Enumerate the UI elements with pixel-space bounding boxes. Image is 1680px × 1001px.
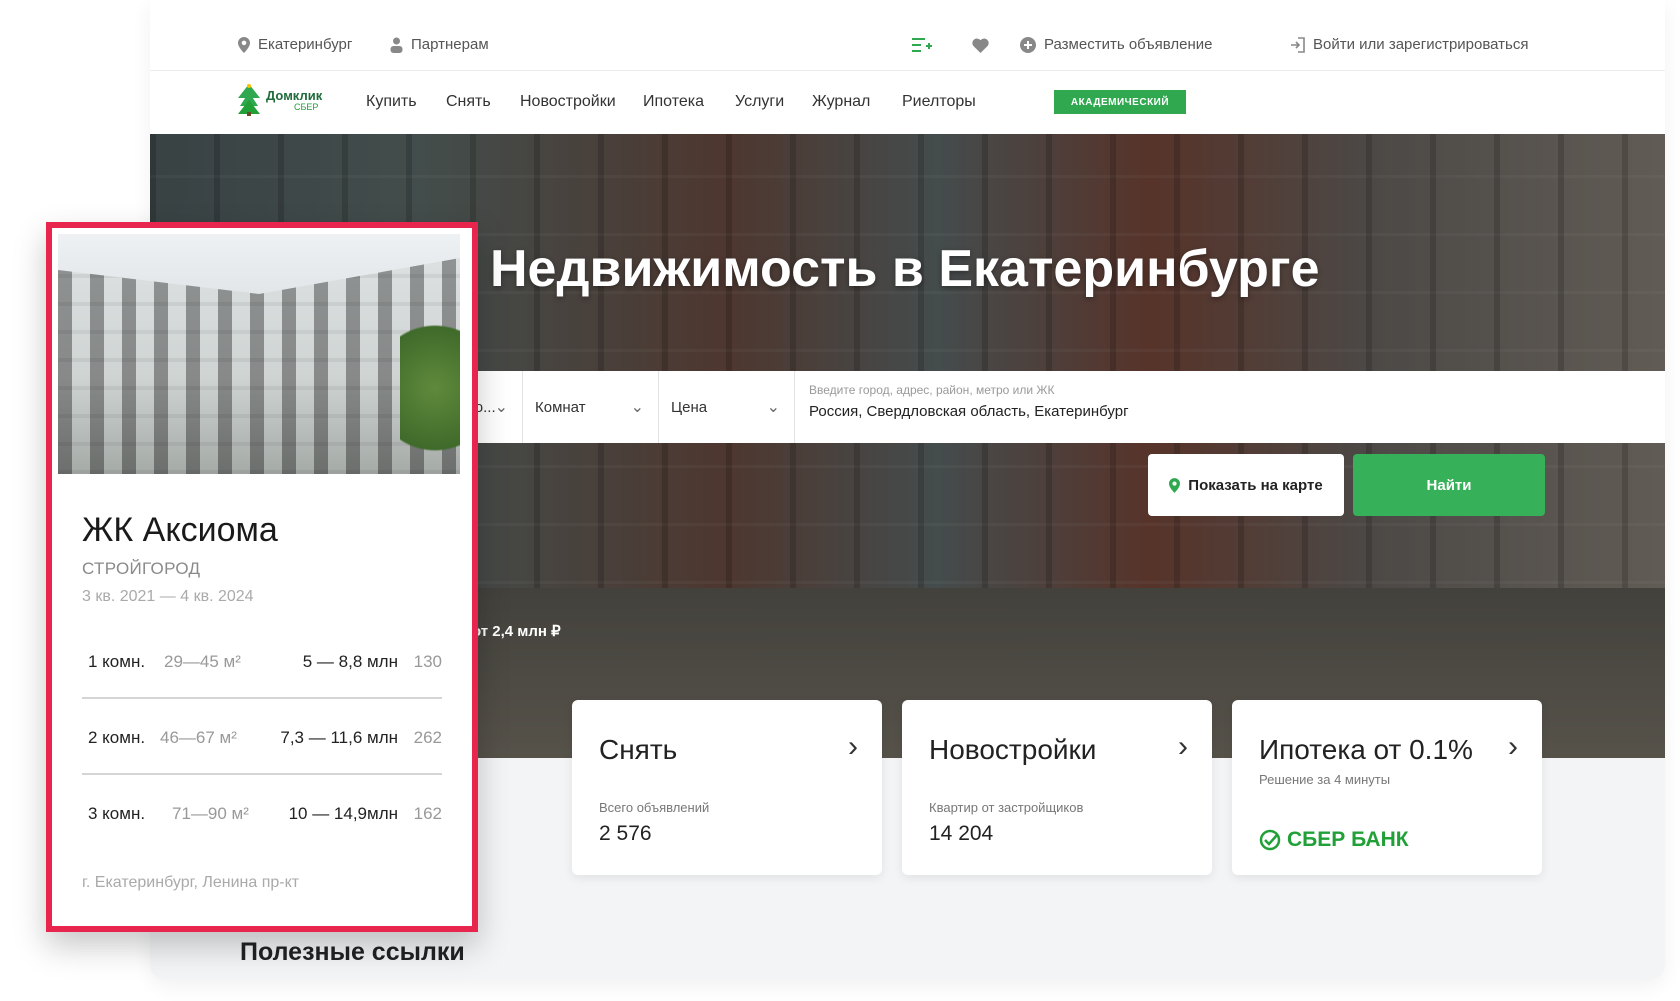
chevron-right-icon: › — [1508, 730, 1518, 763]
chevron-down-icon: ⌄ — [766, 399, 780, 416]
nav-realtors[interactable]: Риелторы — [902, 93, 976, 111]
logo-sub: СБЕР — [294, 101, 319, 112]
rooms-value: Комнат — [535, 398, 586, 416]
promo-label: АКАДЕМИЧЕСКИЙ — [1070, 96, 1170, 108]
login-link[interactable]: Войти или зарегистрироваться — [1290, 36, 1528, 53]
complex-image-sky — [58, 234, 460, 294]
main-nav: Домклик СБЕР Купить Снять Новостройки Ип… — [150, 71, 1665, 134]
card-new-buildings[interactable]: Новостройки › Квартир от застройщиков 14… — [902, 700, 1212, 875]
row-rooms: 1 комн. — [88, 652, 146, 671]
row-divider — [82, 773, 442, 775]
post-ad-label: Разместить объявление — [1044, 36, 1213, 54]
nav-mortgage[interactable]: Ипотека — [643, 93, 704, 111]
hero-title: Недвижимость в Екатеринбурге — [490, 240, 1320, 298]
card-mortgage[interactable]: Ипотека от 0.1% › Решение за 4 минуты СБ… — [1232, 700, 1542, 875]
card-value: 14 204 — [929, 822, 994, 845]
complex-image — [58, 234, 460, 474]
complex-name: ЖК Аксиома — [82, 511, 278, 549]
card-label: Квартир от застройщиков — [929, 800, 1084, 815]
city-selector[interactable]: Екатеринбург — [238, 36, 353, 54]
row-divider — [82, 697, 442, 699]
card-label: Всего объявлений — [599, 800, 710, 815]
show-on-map-button[interactable]: Показать на карте — [1148, 454, 1344, 516]
nav-rent[interactable]: Снять — [446, 93, 491, 111]
city-label: Екатеринбург — [258, 36, 353, 54]
favorites-button[interactable] — [972, 36, 989, 53]
chevron-right-icon: › — [848, 730, 858, 763]
row-count: 262 — [413, 728, 442, 747]
logo-name: Домклик — [266, 87, 323, 103]
complex-popup-card[interactable]: ЖК Аксиома СТРОЙГОРОД 3 кв. 2021 — 4 кв.… — [46, 222, 478, 932]
useful-links-heading: Полезные ссылки — [240, 938, 465, 966]
domclick-logo[interactable]: Домклик СБЕР — [238, 84, 322, 116]
compare-list-icon — [912, 36, 932, 53]
top-utility-bar: Екатеринбург Партнерам Разместить объявл… — [150, 0, 1665, 71]
person-icon — [390, 36, 403, 54]
chevron-down-icon: ⌄ — [494, 399, 508, 416]
room-row: 3 комн. 71—90 м² 10 — 14,9млн 162 — [82, 804, 442, 834]
nav-journal[interactable]: Журнал — [812, 93, 870, 111]
map-pin-icon — [1169, 477, 1181, 494]
price-value: Цена — [671, 398, 708, 416]
price-select[interactable]: Цена ⌄ — [659, 371, 795, 443]
post-ad-link[interactable]: Разместить объявление — [1020, 36, 1213, 54]
card-title: Снять — [599, 734, 678, 765]
card-label: Решение за 4 минуты — [1259, 772, 1391, 787]
sber-check-icon — [1259, 828, 1281, 852]
partners-link[interactable]: Партнерам — [390, 36, 489, 54]
nav-buy[interactable]: Купить — [366, 93, 417, 111]
row-rooms: 2 комн. — [88, 728, 146, 747]
address-input[interactable]: Введите город, адрес, район, метро или Ж… — [795, 371, 1665, 443]
row-price: 7,3 — 11,6 млн — [280, 728, 398, 747]
row-area: 71—90 м² — [172, 804, 249, 823]
partners-label: Партнерам — [411, 36, 489, 54]
card-rent[interactable]: Снять › Всего объявлений 2 576 — [572, 700, 882, 875]
login-label: Войти или зарегистрироваться — [1313, 36, 1529, 54]
address-placeholder: Введите город, адрес, район, метро или Ж… — [809, 383, 1055, 397]
sberbank-label: СБЕР БАНК — [1287, 828, 1409, 851]
complex-address: г. Екатеринбург, Ленина пр-кт — [82, 874, 300, 891]
promo-banner[interactable]: АКАДЕМИЧЕСКИЙ — [1054, 90, 1186, 114]
completion-dates: 3 кв. 2021 — 4 кв. 2024 — [82, 588, 254, 605]
developer-name: СТРОЙГОРОД — [82, 559, 201, 578]
location-pin-icon — [238, 36, 250, 54]
row-area: 46—67 м² — [160, 728, 237, 747]
row-price: 5 — 8,8 млн — [302, 652, 398, 671]
card-value: 2 576 — [599, 822, 652, 845]
address-value: Россия, Свердловская область, Екатеринбу… — [809, 403, 1129, 420]
complex-image-tree — [400, 324, 460, 474]
house-tree-icon — [238, 84, 260, 116]
card-title: Ипотека от 0.1% — [1259, 734, 1473, 765]
login-icon — [1290, 36, 1305, 53]
row-count: 162 — [413, 804, 442, 823]
find-button[interactable]: Найти — [1353, 454, 1545, 516]
find-label: Найти — [1426, 476, 1472, 494]
rooms-select[interactable]: Комнат ⌄ — [523, 371, 659, 443]
card-title: Новостройки — [929, 734, 1097, 765]
plus-circle-icon — [1020, 36, 1036, 54]
row-count: 130 — [413, 652, 442, 671]
search-bar: во... ⌄ Комнат ⌄ Цена ⌄ Введите город, а… — [455, 371, 1665, 443]
room-row: 2 комн. 46—67 м² 7,3 — 11,6 млн 262 — [82, 728, 442, 758]
chevron-right-icon: › — [1178, 730, 1188, 763]
nav-new-buildings[interactable]: Новостройки — [520, 93, 616, 111]
heart-icon — [972, 36, 989, 53]
row-rooms: 3 комн. — [88, 804, 146, 823]
sberbank-logo: СБЕР БАНК — [1259, 828, 1409, 852]
compare-button[interactable] — [912, 36, 932, 53]
show-on-map-label: Показать на карте — [1188, 476, 1323, 494]
chevron-down-icon: ⌄ — [630, 399, 644, 416]
row-area: 29—45 м² — [164, 652, 241, 671]
row-price: 10 — 14,9млн — [288, 804, 398, 823]
nav-services[interactable]: Услуги — [735, 93, 784, 111]
room-row: 1 комн. 29—45 м² 5 — 8,8 млн 130 — [82, 652, 442, 682]
